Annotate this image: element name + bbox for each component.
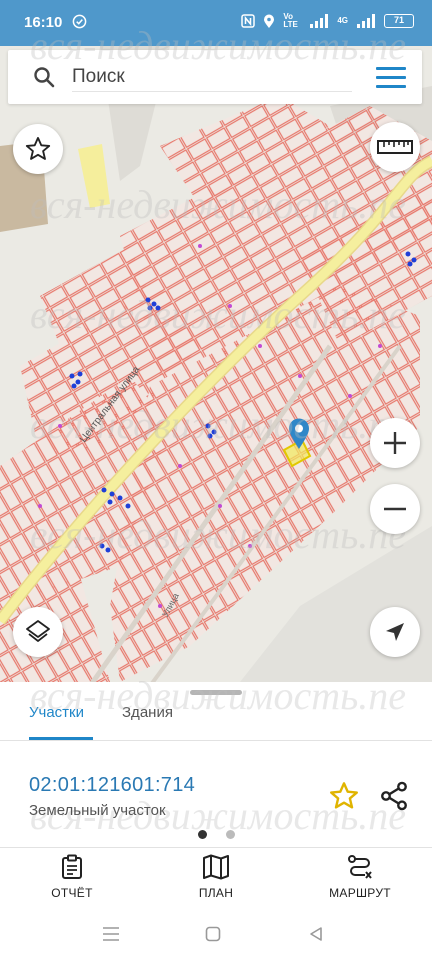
route-label: МАРШРУТ <box>329 886 391 900</box>
page-indicator <box>226 830 235 839</box>
system-nav-bar <box>0 912 432 960</box>
favorite-map-button[interactable] <box>13 124 63 174</box>
route-icon <box>348 855 372 879</box>
search-icon[interactable] <box>32 65 56 89</box>
selected-parcel-marker-icon[interactable] <box>288 418 310 450</box>
plan-button[interactable]: ПЛАН <box>161 854 271 900</box>
status-indicators: Vo LTE 4G 71 <box>241 13 414 29</box>
signal-2-icon <box>357 14 375 28</box>
layers-icon <box>26 620 50 642</box>
signal-icon <box>310 14 329 28</box>
volte-label: Vo LTE <box>283 12 298 29</box>
route-button[interactable]: МАРШРУТ <box>305 854 415 900</box>
my-location-button[interactable] <box>370 607 420 657</box>
divider <box>0 740 432 741</box>
divider <box>0 847 432 848</box>
ruler-icon <box>377 140 413 154</box>
menu-lines-icon[interactable] <box>102 926 120 942</box>
ruler-button[interactable] <box>370 122 420 172</box>
report-label: ОТЧЁТ <box>51 886 93 900</box>
tab-buildings[interactable]: Здания <box>122 704 173 721</box>
layers-button[interactable] <box>13 607 63 657</box>
search-input[interactable] <box>72 62 352 92</box>
page-indicator-active <box>198 830 207 839</box>
home-square-icon[interactable] <box>205 926 221 942</box>
battery-indicator: 71 <box>384 14 414 28</box>
report-button[interactable]: ОТЧЁТ <box>17 854 127 900</box>
clipboard-icon <box>62 854 82 879</box>
navigation-arrow-icon <box>386 623 404 641</box>
map-icon <box>203 854 229 880</box>
menu-icon[interactable] <box>376 67 406 89</box>
back-triangle-icon[interactable] <box>308 926 324 942</box>
sync-check-icon <box>72 14 87 29</box>
map-canvas[interactable] <box>0 46 432 682</box>
status-bar: 16:10 Vo LTE 4G 71 <box>0 0 432 46</box>
nfc-icon <box>241 14 256 28</box>
location-pin-icon <box>264 14 275 28</box>
plan-label: ПЛАН <box>198 886 234 900</box>
parcel-type: Земельный участок <box>29 802 166 819</box>
sheet-drag-handle[interactable] <box>190 690 242 695</box>
network-type: 4G <box>337 16 348 25</box>
share-icon[interactable] <box>378 780 410 812</box>
tab-parcels[interactable]: Участки <box>29 704 84 721</box>
map-view[interactable]: Центральная улица Улица вся-недвижимость… <box>0 46 432 682</box>
zoom-in-button[interactable] <box>370 418 420 468</box>
minus-icon <box>384 507 406 511</box>
parcel-cadastral-number[interactable]: 02:01:121601:714 <box>29 774 195 797</box>
star-icon[interactable] <box>328 780 360 812</box>
star-outline-icon <box>25 136 51 160</box>
plus-icon <box>384 432 406 454</box>
zoom-out-button[interactable] <box>370 484 420 534</box>
search-bar <box>8 50 422 104</box>
status-time: 16:10 <box>24 14 63 31</box>
